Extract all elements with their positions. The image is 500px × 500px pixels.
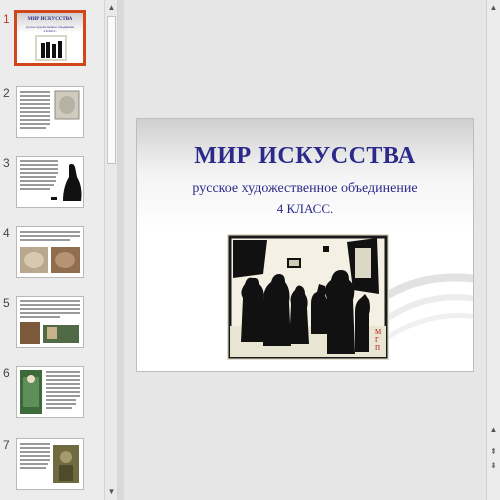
current-slide[interactable]: МИР ИСКУССТВА русское художественное объ… (136, 118, 474, 372)
slide-thumbnail-pane: 1 МИР ИСКУССТВА русское художественное о… (0, 0, 104, 500)
scrollbar-thumb[interactable] (107, 16, 116, 164)
scroll-up-arrow-icon[interactable]: ▲ (106, 2, 117, 14)
thumbnail-slide-6[interactable] (16, 366, 84, 418)
scroll-up-arrow-icon[interactable]: ▲ (488, 424, 499, 436)
thumbnail-number: 1 (3, 12, 10, 26)
thumbnail-content (20, 90, 80, 129)
thumbnail-number: 3 (3, 156, 10, 170)
thumbnail-title: МИР ИСКУССТВА (27, 17, 73, 22)
scroll-up-arrow-icon[interactable]: ▲ (488, 2, 499, 14)
thumbnail-number: 5 (3, 296, 10, 310)
thumbnail-row-1[interactable]: 1 МИР ИСКУССТВА русское художественное о… (0, 10, 104, 72)
monogram-g: Г (375, 336, 379, 344)
thumbnail-slide-5[interactable] (16, 296, 84, 348)
thumbnail-row-3[interactable]: 3 (0, 156, 104, 216)
slide-editor-area: МИР ИСКУССТВА русское художественное объ… (124, 0, 486, 500)
thumbnail-row-5[interactable]: 5 (0, 296, 104, 356)
thumbnail-picture (35, 35, 67, 61)
thumbnail-content (20, 370, 80, 414)
thumbnail-number: 4 (3, 226, 10, 240)
thumbnail-number: 6 (3, 366, 10, 380)
slide-subtitle[interactable]: русское художественное объединение (137, 181, 473, 197)
monogram-p: П (375, 344, 380, 352)
scroll-down-arrow-icon[interactable]: ▼ (106, 486, 117, 498)
thumbnail-content (20, 160, 82, 201)
thumbnail-grade: 4 КЛАСС. (43, 29, 57, 33)
thumbnail-number: 2 (3, 86, 10, 100)
thumbnail-slide-2[interactable] (16, 86, 84, 138)
thumbnail-row-4[interactable]: 4 (0, 226, 104, 286)
monogram-m: М (375, 328, 382, 336)
thumbnail-content (20, 231, 80, 273)
thumbnail-scrollbar[interactable]: ▲ ▼ (104, 0, 118, 500)
next-slide-icon[interactable]: ⇟ (488, 460, 499, 472)
thumbnail-row-2[interactable]: 2 (0, 86, 104, 146)
thumbnail-number: 7 (3, 438, 10, 452)
thumbnail-content (20, 300, 80, 344)
thumbnail-slide-1[interactable]: МИР ИСКУССТВА русское художественное объ… (14, 10, 86, 66)
thumbnail-row-6[interactable]: 6 (0, 366, 104, 426)
slide-grade-text[interactable]: 4 КЛАСС. (137, 201, 473, 217)
thumbnail-row-7[interactable]: 7 (0, 438, 104, 498)
editor-scrollbar[interactable]: ▲ ▲ ⇞ ⇟ (486, 0, 500, 500)
thumbnail-slide-7[interactable] (16, 438, 84, 490)
thumbnail-slide-3[interactable] (16, 156, 84, 208)
thumbnail-content (20, 443, 79, 483)
previous-slide-icon[interactable]: ⇞ (488, 446, 499, 458)
slide-title[interactable]: МИР ИСКУССТВА (137, 143, 473, 170)
thumbnail-slide-4[interactable] (16, 226, 84, 278)
silhouette-illustration[interactable]: М Г П (227, 234, 389, 360)
